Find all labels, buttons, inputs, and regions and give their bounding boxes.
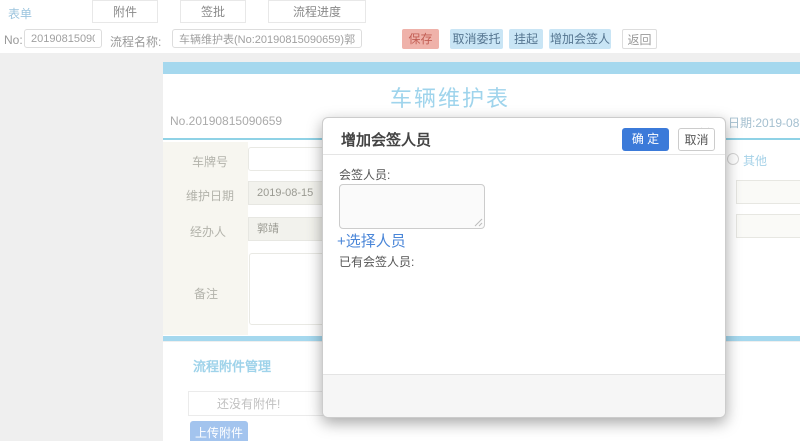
save-button[interactable]: 保存 [402,29,439,49]
process-name-input[interactable] [172,29,362,48]
countersign-modal: 增加会签人员 × 会签人员: +选择人员 已有会签人员: 确 定 取消 [322,117,726,418]
confirm-button[interactable]: 确 定 [622,128,669,151]
form-title: 车辆维护表 [389,86,510,111]
remarks-label: 备注 [194,287,219,301]
handler-input[interactable]: 郭靖 [248,217,332,241]
form-number-text: No.20190815090659 [170,114,283,128]
other-radio[interactable] [727,153,739,165]
no-input[interactable] [24,29,102,48]
resize-handle-icon[interactable] [473,217,483,227]
tab-progress[interactable]: 流程进度 [268,0,366,23]
tab-attachments[interactable]: 附件 [92,0,158,23]
license-plate-input[interactable] [248,147,330,171]
countersigner-label: 会签人员: [339,168,391,182]
form-date-text: 日期:2019-08-15 [728,116,800,130]
maintenance-date-label: 维护日期 [186,189,235,203]
tab-form[interactable]: 表单 [8,5,32,22]
cancel-delegation-button[interactable]: 取消委托 [450,29,503,49]
other-option-label: 其他 [743,154,768,168]
select-person-link[interactable]: +选择人员 [337,230,406,251]
remarks-textarea[interactable] [249,253,332,325]
right-field-input[interactable] [736,214,800,238]
tab-approval[interactable]: 签批 [180,0,246,23]
add-countersigner-button[interactable]: 增加会签人 [549,29,611,49]
maintenance-date-input[interactable]: 2019-08-15 [248,181,332,205]
upload-attachment-button[interactable]: 上传附件 [190,421,248,441]
modal-title: 增加会签人员 [341,132,432,149]
existing-countersigners-label: 已有会签人员: [339,255,415,269]
suspend-button[interactable]: 挂起 [509,29,543,49]
handler-label: 经办人 [190,225,227,239]
attachments-title: 流程附件管理 [193,359,272,374]
countersigner-textarea[interactable] [339,184,485,229]
no-label: No: [4,33,23,47]
cancel-button[interactable]: 取消 [678,128,715,151]
form-header-bar [163,62,800,74]
process-name-label: 流程名称: [110,35,162,49]
page: 表单 附件 签批 流程进度 No: 流程名称: 保存 取消委托 挂起 增加会签人… [0,0,800,441]
back-button[interactable]: 返回 [622,29,657,49]
modal-footer [323,374,725,417]
license-plate-label: 车牌号 [192,155,229,169]
right-field-input[interactable] [736,180,800,204]
